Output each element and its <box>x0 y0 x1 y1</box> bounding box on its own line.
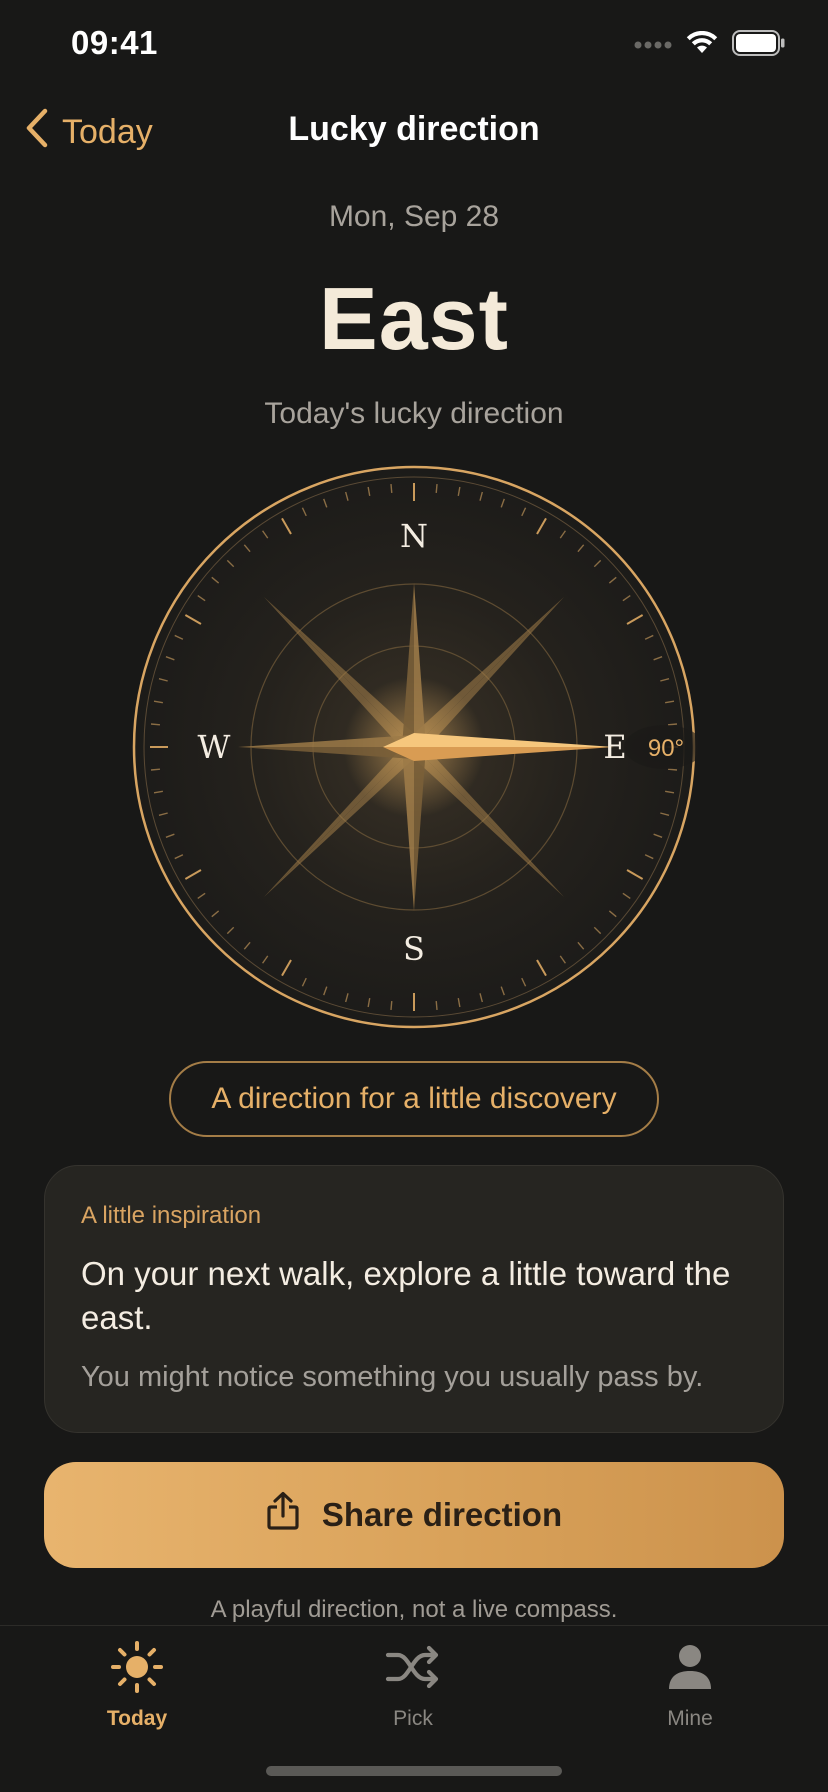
shuffle-icon <box>385 1640 441 1699</box>
west-label: W <box>198 728 231 766</box>
east-label: E <box>603 728 626 766</box>
status-time: 09:41 <box>71 24 158 61</box>
inspiration-body: You might notice something you usually p… <box>81 1361 704 1393</box>
lucky-direction-name: East <box>319 269 509 368</box>
tab-pick[interactable]: Pick <box>343 1640 483 1731</box>
share-icon <box>266 1491 300 1539</box>
share-direction-button[interactable]: Share direction <box>44 1462 784 1568</box>
degrees-badge: 90° <box>648 735 684 762</box>
direction-caption: Today's lucky direction <box>264 397 564 430</box>
compass-tick <box>150 768 161 771</box>
compass-tick <box>667 768 678 771</box>
page-title: Lucky direction <box>288 110 540 148</box>
signal-dots-icon <box>634 37 672 55</box>
south-label: S <box>403 930 425 968</box>
compass-tick <box>390 483 393 494</box>
compass-tick <box>435 1000 438 1011</box>
compass-tick <box>667 723 678 726</box>
tab-mine[interactable]: Mine <box>620 1640 760 1731</box>
footnote: A playful direction, not a live compass. <box>210 1596 618 1623</box>
tab-today-label: Today <box>106 1707 168 1730</box>
sun-icon <box>110 1640 164 1699</box>
person-icon <box>663 1640 717 1699</box>
tab-today[interactable]: Today <box>67 1640 207 1731</box>
wifi-icon <box>686 30 718 60</box>
status-icons <box>634 30 786 61</box>
compass-tick <box>435 483 438 494</box>
inspiration-label: A little inspiration <box>81 1202 262 1229</box>
compass-tick <box>390 1000 393 1011</box>
share-button-label: Share direction <box>321 1496 563 1533</box>
tab-pick-label: Pick <box>393 1707 433 1730</box>
inspiration-title: On your next walk, explore a little towa… <box>81 1255 731 1336</box>
battery-icon <box>732 30 786 61</box>
north-label: N <box>400 517 428 555</box>
date-label: Mon, Sep 28 <box>328 200 500 233</box>
inspiration-card: A little inspiration On your next walk, … <box>44 1165 784 1433</box>
direction-tagline-pill: A direction for a little discovery <box>169 1061 659 1137</box>
compass-tick <box>150 723 161 726</box>
home-indicator[interactable] <box>266 1766 562 1776</box>
tab-mine-label: Mine <box>667 1707 713 1730</box>
compass-dial: N S W E 90° <box>130 463 704 1031</box>
